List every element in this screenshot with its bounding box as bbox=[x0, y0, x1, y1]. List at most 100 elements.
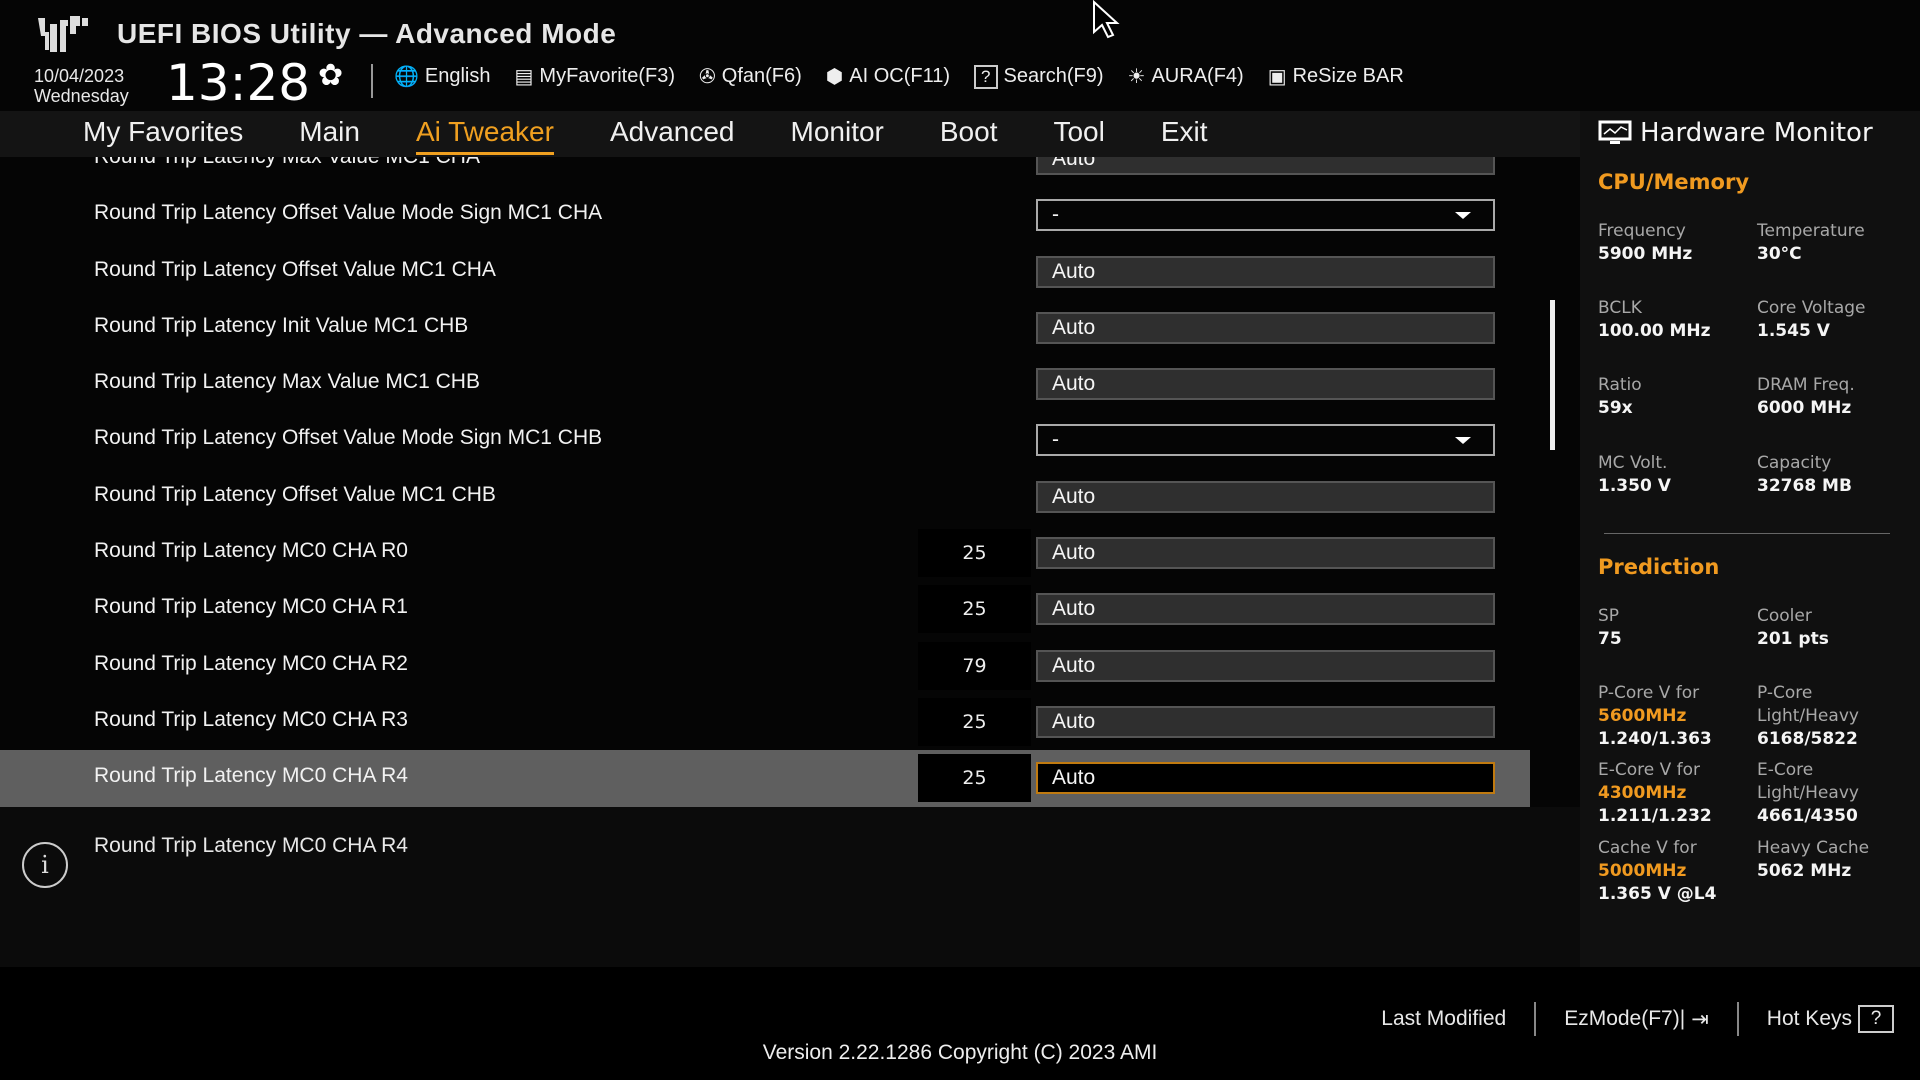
hw-stat: BCLK 100.00 MHz bbox=[1598, 297, 1711, 343]
tab-advanced[interactable]: Advanced bbox=[610, 116, 735, 155]
setting-label: Round Trip Latency Offset Value MC1 CHA bbox=[94, 257, 496, 281]
toolbar-aura-f4-[interactable]: ☀ AURA(F4) bbox=[1128, 64, 1244, 89]
setting-input[interactable]: Auto bbox=[1036, 537, 1495, 570]
hw-stat: Ratio 59x bbox=[1598, 374, 1642, 420]
info-icon: i bbox=[22, 842, 68, 888]
cpu-memory-heading: CPU/Memory bbox=[1598, 170, 1750, 194]
stat-frequency: 5600MHz bbox=[1598, 706, 1687, 726]
stat-label: MC Volt. bbox=[1598, 453, 1668, 473]
hw-stat: Heavy Cache 5062 MHz bbox=[1757, 837, 1869, 883]
setting-row[interactable]: Round Trip Latency Offset Value MC1 CHA A… bbox=[0, 244, 1530, 300]
setting-row[interactable]: Round Trip Latency MC0 CHA R4 25 Auto bbox=[0, 750, 1530, 807]
toolbar-label: MyFavorite(F3) bbox=[539, 65, 675, 87]
setting-input[interactable]: Auto bbox=[1036, 311, 1495, 344]
toolbar-ai-oc-f11-[interactable]: ⬢ AI OC(F11) bbox=[826, 64, 950, 89]
setting-label: Round Trip Latency Offset Value Mode Sig… bbox=[94, 201, 603, 225]
tab-boot[interactable]: Boot bbox=[940, 116, 998, 155]
stat-value: 1.545 V bbox=[1757, 321, 1830, 341]
version-text: Version 2.22.1286 Copyright (C) 2023 AMI bbox=[762, 1041, 1158, 1064]
setting-input[interactable]: Auto bbox=[1036, 762, 1495, 795]
help-text: Round Trip Latency MC0 CHA R4 bbox=[94, 834, 408, 857]
last-modified-button[interactable]: Last Modified bbox=[1353, 1007, 1534, 1031]
help-question-icon: ? bbox=[1858, 1005, 1894, 1033]
stat-value: 30°C bbox=[1757, 244, 1802, 264]
tab-main[interactable]: Main bbox=[299, 116, 360, 155]
setting-input[interactable]: Auto bbox=[1036, 255, 1495, 288]
stat-value: 1.240/1.363 bbox=[1598, 729, 1712, 749]
tab-my-favorites[interactable]: My Favorites bbox=[83, 116, 243, 155]
toolbar-resize-bar[interactable]: ▣ ReSize BAR bbox=[1268, 64, 1404, 89]
stat-label: BCLK bbox=[1598, 298, 1642, 318]
toolbar: 🌐 English ▤ MyFavorite(F3) ✇ Qfan(F6) ⬢ AI OC(F… bbox=[394, 64, 1404, 89]
current-value: 25 bbox=[918, 585, 1031, 634]
last-modified-label: Last Modified bbox=[1381, 1007, 1507, 1030]
setting-input[interactable]: Auto bbox=[1036, 593, 1495, 626]
ezmode-label: EzMode(F7)| bbox=[1564, 1007, 1686, 1030]
toolbar-label: Search(F9) bbox=[1003, 65, 1104, 87]
setting-input[interactable]: Auto bbox=[1036, 157, 1495, 175]
setting-row[interactable]: Round Trip Latency Offset Value Mode Sig… bbox=[0, 412, 1530, 468]
setting-row[interactable]: Round Trip Latency MC0 CHA R3 25 Auto bbox=[0, 694, 1530, 750]
setting-row[interactable]: Round Trip Latency Max Value MC1 CHB Auto bbox=[0, 356, 1530, 412]
setting-input[interactable]: Auto bbox=[1036, 705, 1495, 738]
hw-stat: Cache V for 5000MHz 1.365 V @L4 bbox=[1598, 837, 1716, 906]
setting-row[interactable]: Round Trip Latency MC0 CHA R1 25 Auto bbox=[0, 581, 1530, 637]
stat-value: 4661/4350 bbox=[1757, 806, 1858, 826]
toolbar-english[interactable]: 🌐 English bbox=[394, 64, 491, 89]
ezmode-button[interactable]: EzMode(F7)| ⇥ bbox=[1536, 1007, 1737, 1032]
setting-row[interactable]: Round Trip Latency MC0 CHA R0 25 Auto bbox=[0, 525, 1530, 581]
tab-ai-tweaker[interactable]: Ai Tweaker bbox=[415, 116, 554, 155]
prediction-heading: Prediction bbox=[1598, 555, 1720, 579]
hot-keys-button[interactable]: Hot Keys? bbox=[1739, 1005, 1894, 1033]
stat-label: Core Voltage bbox=[1757, 298, 1866, 318]
setting-input[interactable]: Auto bbox=[1036, 368, 1495, 401]
stat-label: E-Core V for bbox=[1598, 760, 1701, 780]
setting-input[interactable]: Auto bbox=[1036, 480, 1495, 513]
setting-dropdown[interactable]: - bbox=[1036, 424, 1495, 457]
stat-value: 5062 MHz bbox=[1757, 861, 1852, 881]
footer-actions: Last Modified EzMode(F7)| ⇥ Hot Keys? bbox=[1353, 1002, 1894, 1036]
setting-row[interactable]: Round Trip Latency Offset Value MC1 CHB A… bbox=[0, 469, 1530, 525]
weekday: Wednesday bbox=[34, 86, 129, 106]
toolbar-label: AI OC(F11) bbox=[849, 65, 951, 87]
stat-value: 59x bbox=[1598, 398, 1633, 418]
stat-value: 75 bbox=[1598, 629, 1622, 649]
ai-oc-icon: ⬢ bbox=[825, 66, 844, 88]
divider bbox=[1604, 533, 1890, 534]
toolbar-myfavorite-f3-[interactable]: ▤ MyFavorite(F3) bbox=[515, 64, 675, 89]
stat-label: Ratio bbox=[1598, 375, 1642, 395]
current-value: 25 bbox=[918, 529, 1031, 578]
stat-value: 1.365 V @L4 bbox=[1598, 884, 1717, 904]
settings-gear-icon[interactable]: ✿ bbox=[318, 58, 343, 93]
tab-monitor[interactable]: Monitor bbox=[791, 116, 884, 155]
hw-stat: Cooler 201 pts bbox=[1757, 605, 1829, 651]
scrollbar[interactable] bbox=[1550, 300, 1555, 450]
aura-light-icon: ☀ bbox=[1127, 66, 1146, 88]
stat-label: Cache V for bbox=[1598, 838, 1697, 858]
setting-label: Round Trip Latency MC0 CHA R2 bbox=[94, 651, 408, 675]
hw-stat: E-Core Light/Heavy 4661/4350 bbox=[1757, 759, 1859, 828]
current-value: 25 bbox=[918, 754, 1031, 803]
stat-value: 6000 MHz bbox=[1757, 398, 1852, 418]
setting-label: Round Trip Latency MC0 CHA R4 bbox=[94, 764, 408, 788]
monitor-icon bbox=[1598, 120, 1632, 144]
toolbar-search-f9-[interactable]: ? Search(F9) bbox=[974, 64, 1104, 89]
setting-row[interactable]: Round Trip Latency Init Value MC1 CHB Aut… bbox=[0, 300, 1530, 356]
tab-tool[interactable]: Tool bbox=[1053, 116, 1104, 155]
setting-row[interactable]: Round Trip Latency MC0 CHA R2 79 Auto bbox=[0, 638, 1530, 694]
setting-input[interactable]: Auto bbox=[1036, 649, 1495, 682]
setting-row[interactable]: Round Trip Latency Offset Value Mode Sig… bbox=[0, 187, 1530, 243]
tuf-logo bbox=[38, 16, 88, 52]
stat-label: Light/Heavy bbox=[1757, 783, 1859, 803]
setting-label: Round Trip Latency MC0 CHA R0 bbox=[94, 539, 408, 563]
toolbar-qfan-f6-[interactable]: ✇ Qfan(F6) bbox=[699, 64, 802, 89]
setting-row[interactable]: Round Trip Latency Max Value MC1 CHA Auto bbox=[0, 157, 1530, 187]
tab-exit[interactable]: Exit bbox=[1161, 116, 1208, 155]
fan-icon: ✇ bbox=[699, 66, 716, 88]
divider bbox=[371, 64, 373, 98]
setting-dropdown[interactable]: - bbox=[1036, 199, 1495, 232]
setting-label: Round Trip Latency MC0 CHA R3 bbox=[94, 707, 408, 731]
stat-value: 32768 MB bbox=[1757, 476, 1852, 496]
setting-label: Round Trip Latency Max Value MC1 CHA bbox=[94, 157, 480, 169]
stat-label: DRAM Freq. bbox=[1757, 375, 1855, 395]
